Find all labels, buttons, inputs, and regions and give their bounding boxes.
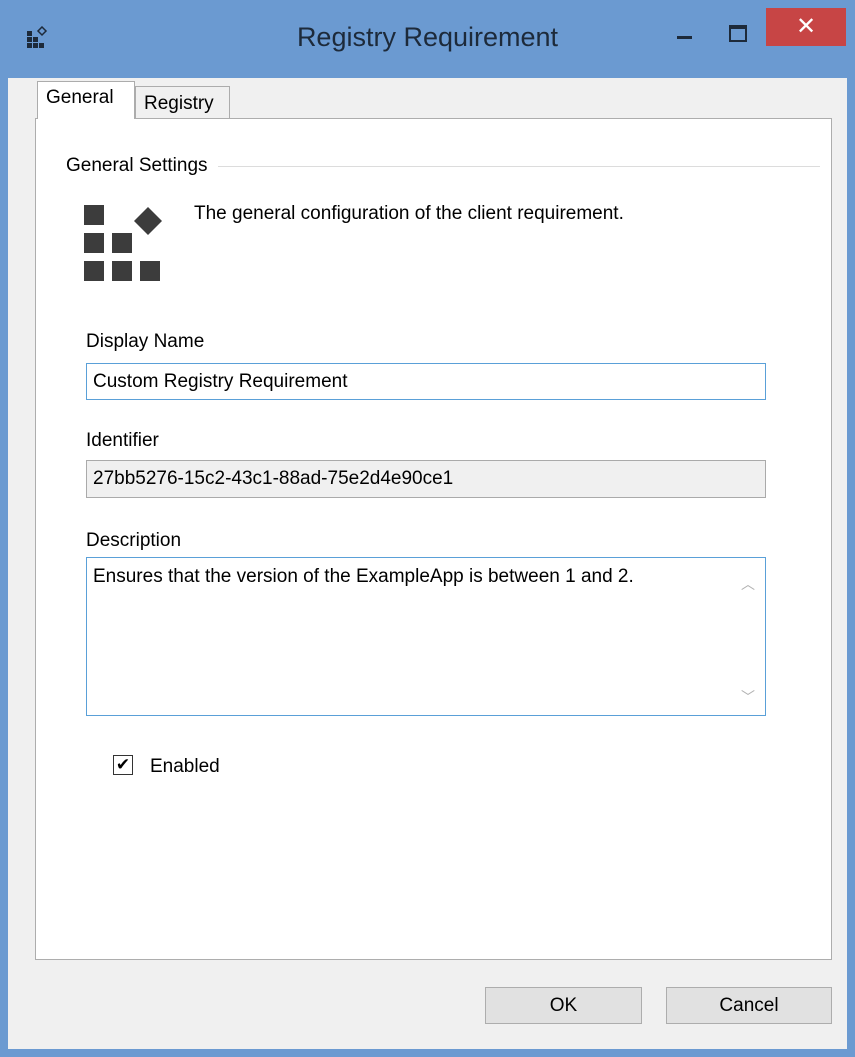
general-description: The general configuration of the client … — [194, 203, 624, 224]
ok-button[interactable]: OK — [485, 987, 642, 1024]
scroll-up-icon[interactable]: ︿ — [741, 574, 755, 594]
description-label: Description — [86, 530, 182, 551]
enabled-label[interactable]: Enabled — [150, 756, 220, 778]
display-name-field[interactable] — [86, 363, 766, 400]
description-field[interactable]: Ensures that the version of the ExampleA… — [86, 557, 766, 716]
description-text: Ensures that the version of the ExampleA… — [93, 566, 634, 587]
title-bar[interactable]: Registry Requirement ✕ — [0, 0, 855, 78]
identifier-label: Identifier — [86, 430, 159, 451]
display-name-label: Display Name — [86, 331, 205, 352]
requirement-icon — [84, 205, 162, 281]
group-title: General Settings — [66, 155, 218, 177]
dialog-client-area: General Registry General Settings The ge… — [8, 78, 847, 1049]
general-tab-panel: General Settings The general configurati… — [35, 118, 832, 960]
dialog-window: Registry Requirement ✕ General Registry … — [0, 0, 855, 1057]
enabled-checkbox[interactable]: ✔ — [113, 755, 133, 775]
close-button[interactable]: ✕ — [766, 8, 846, 46]
minimize-button[interactable] — [665, 14, 701, 50]
cancel-button[interactable]: Cancel — [666, 987, 832, 1024]
identifier-field[interactable] — [86, 460, 766, 498]
scroll-down-icon[interactable]: ﹀ — [741, 687, 755, 707]
tab-general[interactable]: General — [37, 81, 135, 119]
maximize-button[interactable] — [718, 14, 754, 50]
tab-registry[interactable]: Registry — [135, 86, 230, 118]
